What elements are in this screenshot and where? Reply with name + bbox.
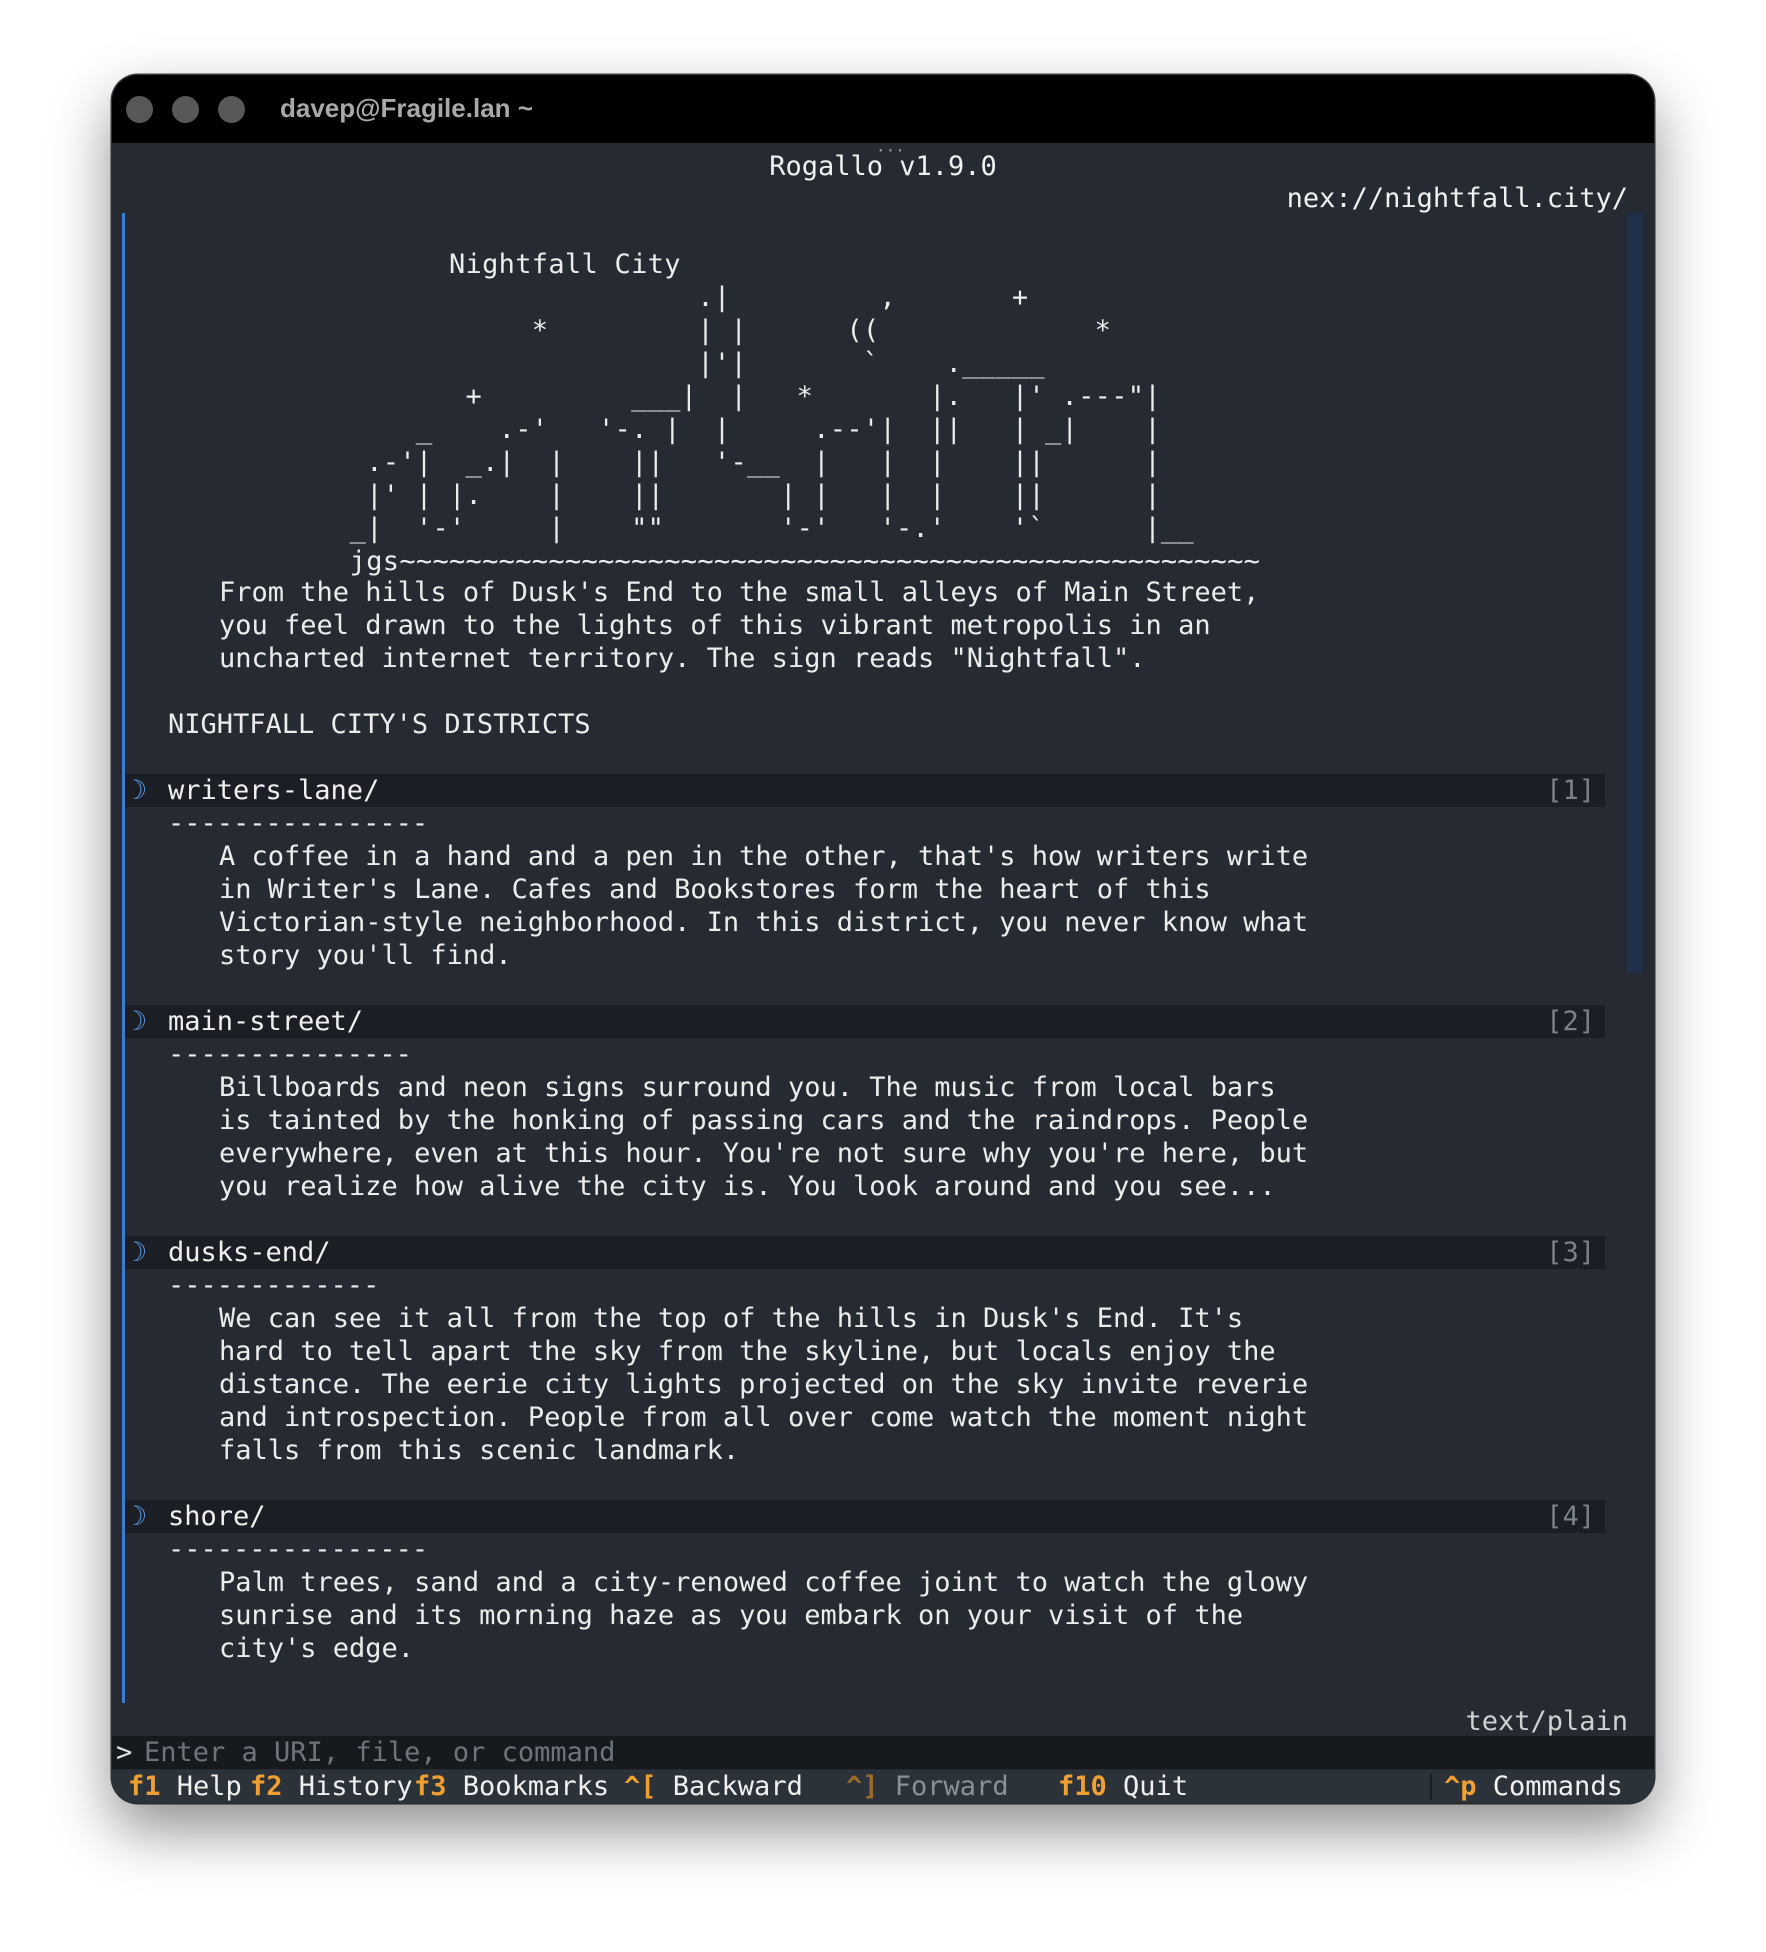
binding-label: Quit bbox=[1123, 1771, 1189, 1802]
document-viewer[interactable]: Nightfall City .| , + * | | (( * |'| ` .… bbox=[122, 213, 1643, 1703]
underline-rule: --------------- bbox=[168, 1039, 412, 1070]
mime-type-label: text/plain bbox=[1465, 1706, 1628, 1737]
forward-binding[interactable]: ^] Forward bbox=[846, 1770, 1009, 1803]
intro-line: you feel drawn to the lights of this vib… bbox=[219, 610, 1211, 641]
desc-line: A coffee in a hand and a pen in the othe… bbox=[219, 841, 1309, 872]
prompt-symbol: > bbox=[116, 1737, 133, 1768]
close-window-button[interactable] bbox=[126, 96, 153, 123]
moon-icon: ☽ bbox=[131, 1237, 148, 1268]
desc-line: story you'll find. bbox=[219, 940, 512, 971]
link-index: [4] bbox=[1546, 1501, 1595, 1532]
binding-label: Help bbox=[176, 1771, 242, 1802]
footer-divider bbox=[1430, 1774, 1432, 1800]
link-shore[interactable]: ☽ shore/ [4] bbox=[125, 1500, 1605, 1533]
command-input[interactable] bbox=[144, 1736, 1544, 1769]
key-label: ^p bbox=[1444, 1771, 1477, 1802]
binding-label: Backward bbox=[672, 1771, 803, 1802]
desc-line: Billboards and neon signs surround you. … bbox=[219, 1072, 1276, 1103]
districts-heading: NIGHTFALL CITY'S DISTRICTS bbox=[168, 709, 591, 740]
link-writers-lane[interactable]: ☽ writers-lane/ [1] bbox=[125, 774, 1605, 807]
key-label: f1 bbox=[128, 1771, 161, 1802]
moon-icon: ☽ bbox=[131, 775, 148, 806]
desc-line: We can see it all from the top of the hi… bbox=[219, 1303, 1244, 1334]
desc-line: is tainted by the honking of passing car… bbox=[219, 1105, 1309, 1136]
minimize-window-button[interactable] bbox=[172, 96, 199, 123]
intro-line: From the hills of Dusk's End to the smal… bbox=[219, 577, 1260, 608]
binding-label: Commands bbox=[1492, 1771, 1623, 1802]
vertical-scrollbar[interactable] bbox=[1627, 213, 1643, 973]
desc-line: city's edge. bbox=[219, 1633, 415, 1664]
link-index: [3] bbox=[1546, 1237, 1595, 1268]
desc-line: hard to tell apart the sky from the skyl… bbox=[219, 1336, 1276, 1367]
bookmarks-binding[interactable]: f3 Bookmarks bbox=[414, 1770, 609, 1803]
link-index: [2] bbox=[1546, 1006, 1595, 1037]
desc-line: Palm trees, sand and a city-renowed coff… bbox=[219, 1567, 1309, 1598]
binding-label: Forward bbox=[894, 1771, 1009, 1802]
link-dusks-end[interactable]: ☽ dusks-end/ [3] bbox=[125, 1236, 1605, 1269]
help-binding[interactable]: f1 Help bbox=[128, 1770, 242, 1803]
key-label: f3 bbox=[414, 1771, 447, 1802]
underline-rule: ---------------- bbox=[168, 1534, 429, 1565]
footer-keybindings: f1 Help f2 History f3 Bookmarks ^[ Backw… bbox=[112, 1770, 1654, 1803]
command-bar: > bbox=[112, 1736, 1654, 1769]
moon-icon: ☽ bbox=[131, 1006, 148, 1037]
desc-line: distance. The eerie city lights projecte… bbox=[219, 1369, 1309, 1400]
desc-line: sunrise and its morning haze as you emba… bbox=[219, 1600, 1244, 1631]
desc-line: in Writer's Lane. Cafes and Bookstores f… bbox=[219, 874, 1211, 905]
key-label: ^[ bbox=[624, 1771, 657, 1802]
link-main-street[interactable]: ☽ main-street/ [2] bbox=[125, 1005, 1605, 1038]
zoom-window-button[interactable] bbox=[218, 96, 245, 123]
desc-line: everywhere, even at this hour. You're no… bbox=[219, 1138, 1309, 1169]
history-binding[interactable]: f2 History bbox=[250, 1770, 413, 1803]
commands-binding[interactable]: ^p Commands bbox=[1444, 1770, 1623, 1803]
backward-binding[interactable]: ^[ Backward bbox=[624, 1770, 803, 1803]
current-url: nex://nightfall.city/ bbox=[1286, 183, 1628, 214]
skyline-ascii-art: Nightfall City .| , + * | | (( * |'| ` .… bbox=[349, 249, 1261, 577]
desc-line: falls from this scenic landmark. bbox=[219, 1435, 740, 1466]
link-index: [1] bbox=[1546, 775, 1595, 806]
binding-label: Bookmarks bbox=[462, 1771, 610, 1802]
terminal-window: davep@Fragile.lan ~ Rogallo v1.9.0 ··· n… bbox=[112, 75, 1654, 1803]
intro-line: uncharted internet territory. The sign r… bbox=[219, 643, 1146, 674]
binding-label: History bbox=[298, 1771, 413, 1802]
link-label: writers-lane/ bbox=[168, 775, 380, 806]
quit-binding[interactable]: f10 Quit bbox=[1058, 1770, 1188, 1803]
title-bar: davep@Fragile.lan ~ bbox=[112, 75, 1654, 143]
link-label: shore/ bbox=[168, 1501, 266, 1532]
title-menu-dots-icon: ··· bbox=[876, 141, 905, 160]
key-label: f10 bbox=[1058, 1771, 1107, 1802]
link-label: dusks-end/ bbox=[168, 1237, 331, 1268]
link-label: main-street/ bbox=[168, 1006, 364, 1037]
desc-line: and introspection. People from all over … bbox=[219, 1402, 1309, 1433]
desc-line: you realize how alive the city is. You l… bbox=[219, 1171, 1276, 1202]
window-title: davep@Fragile.lan ~ bbox=[280, 93, 533, 123]
key-label: f2 bbox=[250, 1771, 283, 1802]
rogallo-app: Rogallo v1.9.0 ··· nex://nightfall.city/… bbox=[112, 141, 1654, 1803]
key-label: ^] bbox=[846, 1771, 879, 1802]
desc-line: Victorian-style neighborhood. In this di… bbox=[219, 907, 1309, 938]
underline-rule: ------------- bbox=[168, 1270, 380, 1301]
underline-rule: ---------------- bbox=[168, 808, 429, 839]
moon-icon: ☽ bbox=[131, 1501, 148, 1532]
